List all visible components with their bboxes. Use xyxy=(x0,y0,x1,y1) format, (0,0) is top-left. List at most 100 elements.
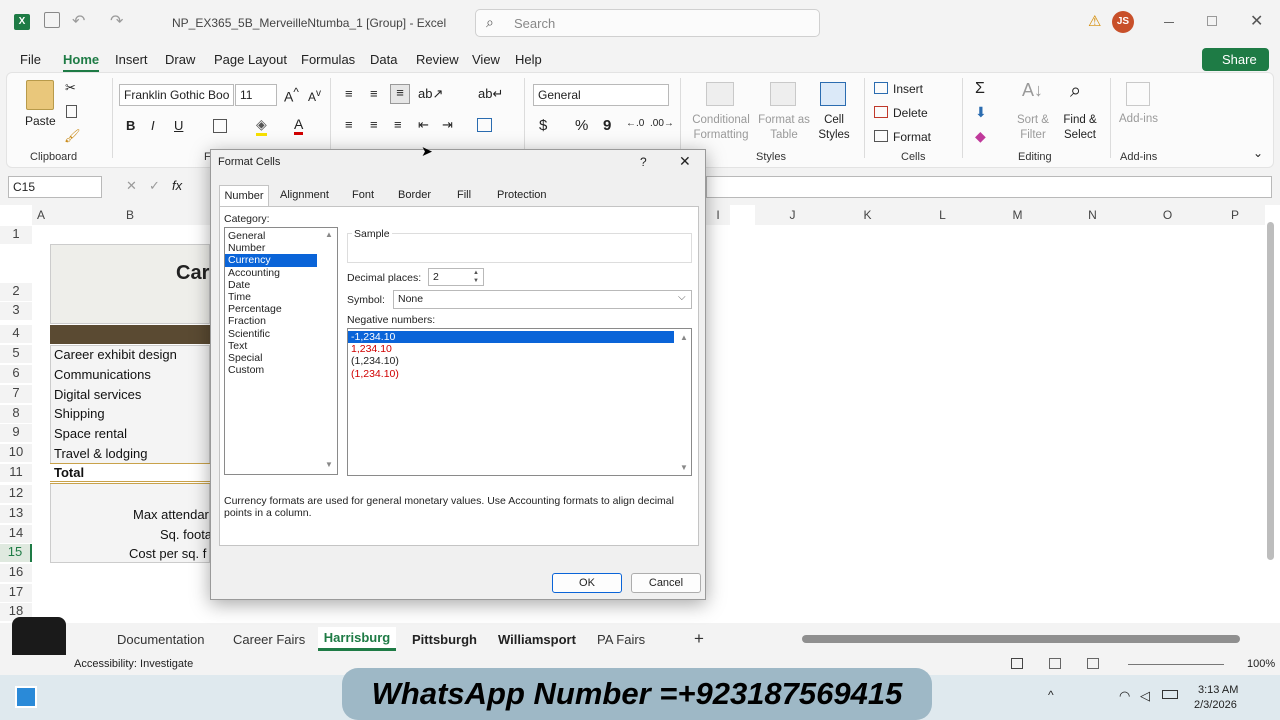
table-row[interactable]: Communications xyxy=(54,367,151,382)
table-row[interactable]: Cost per sq. f xyxy=(129,546,206,561)
tab-draw[interactable]: Draw xyxy=(165,52,195,67)
tab-data[interactable]: Data xyxy=(370,52,397,67)
tab-alignment[interactable]: Alignment xyxy=(280,189,329,201)
accessibility-status[interactable]: Accessibility: Investigate xyxy=(74,658,193,670)
minimize-icon[interactable] xyxy=(1164,22,1174,23)
warning-icon[interactable]: ⚠ xyxy=(1088,12,1101,30)
list-item[interactable]: (1,234.10) xyxy=(348,355,674,367)
format-cells-icon[interactable] xyxy=(874,130,888,142)
conditional-formatting-icon[interactable] xyxy=(706,82,734,106)
bold-icon[interactable]: B xyxy=(126,118,135,133)
row-header[interactable]: 3 xyxy=(0,302,32,320)
align-right-icon[interactable]: ≡ xyxy=(394,117,402,132)
table-row[interactable]: Digital services xyxy=(54,387,141,402)
table-row[interactable]: Shipping xyxy=(54,406,105,421)
volume-icon[interactable]: ◁ xyxy=(1140,688,1150,704)
tab-review[interactable]: Review xyxy=(416,52,459,67)
column-header[interactable]: B xyxy=(50,205,210,225)
save-icon[interactable] xyxy=(44,12,60,28)
table-row[interactable]: Sq. foota xyxy=(160,527,212,542)
align-top-icon[interactable]: ≡ xyxy=(345,86,353,101)
redo-icon[interactable]: ↷ xyxy=(110,11,123,31)
confirm-entry-icon[interactable]: ✓ xyxy=(149,178,160,194)
format-as-table-icon[interactable] xyxy=(770,82,796,106)
insert-cells-button[interactable]: Insert xyxy=(893,82,923,96)
addins-icon[interactable] xyxy=(1126,82,1150,106)
number-format-field[interactable]: General xyxy=(533,84,669,106)
list-item[interactable]: Special xyxy=(225,352,317,364)
page-break-view-icon[interactable] xyxy=(1087,658,1099,669)
conditional-formatting-label[interactable]: Conditional Formatting xyxy=(686,113,756,143)
delete-cells-icon[interactable] xyxy=(874,106,888,118)
formula-input[interactable] xyxy=(706,176,1272,198)
borders-icon[interactable] xyxy=(213,119,227,133)
column-header[interactable]: I xyxy=(706,205,730,225)
tab-home[interactable]: Home xyxy=(63,52,100,73)
collapse-ribbon-icon[interactable]: ⌄ xyxy=(1253,146,1263,160)
list-item-selected[interactable]: -1,234.10 xyxy=(348,331,674,344)
row-header[interactable]: 9 xyxy=(0,424,32,442)
list-item[interactable]: Custom xyxy=(225,364,317,376)
help-button[interactable]: ? xyxy=(640,155,647,169)
column-header[interactable]: M xyxy=(980,205,1055,225)
clock-date[interactable]: 2/3/2026 xyxy=(1194,699,1237,711)
font-name-field[interactable]: Franklin Gothic Boo xyxy=(119,84,234,106)
sheet-tab[interactable]: Williamsport xyxy=(498,632,576,647)
close-dialog-button[interactable]: ✕ xyxy=(679,153,691,170)
column-header[interactable]: J xyxy=(755,205,830,225)
format-as-table-label[interactable]: Format as Table xyxy=(757,113,811,143)
row-header[interactable]: 16 xyxy=(0,564,32,582)
tab-page-layout[interactable]: Page Layout xyxy=(214,52,287,67)
sheet-tab[interactable]: Documentation xyxy=(117,632,204,647)
page-layout-view-icon[interactable] xyxy=(1049,658,1061,669)
font-size-field[interactable]: 11 xyxy=(235,84,277,106)
list-item[interactable]: Fraction xyxy=(225,315,317,327)
increase-indent-icon[interactable]: ⇥ xyxy=(442,117,453,133)
addins-button[interactable]: Add-ins xyxy=(1119,113,1158,125)
align-bottom-icon[interactable]: ≡ xyxy=(390,84,410,104)
insert-cells-icon[interactable] xyxy=(874,82,888,94)
merge-center-icon[interactable] xyxy=(477,118,492,132)
tab-font[interactable]: Font xyxy=(352,189,374,201)
tab-protection[interactable]: Protection xyxy=(497,189,547,201)
list-item[interactable]: General xyxy=(225,230,317,242)
tab-insert[interactable]: Insert xyxy=(115,52,148,67)
list-item[interactable]: Number xyxy=(225,242,317,254)
italic-icon[interactable]: I xyxy=(151,118,155,133)
sheet-tab[interactable]: PA Fairs xyxy=(597,632,645,647)
find-select-icon[interactable]: ⌕ xyxy=(1070,80,1081,103)
column-header[interactable]: O xyxy=(1130,205,1205,225)
chevron-down-icon[interactable]: ⌵ xyxy=(678,292,686,303)
share-button[interactable]: Share xyxy=(1202,48,1269,71)
tab-help[interactable]: Help xyxy=(515,52,542,67)
insert-function-icon[interactable]: fx xyxy=(172,178,182,193)
shrink-font-icon[interactable]: Av xyxy=(308,88,321,104)
align-left-icon[interactable]: ≡ xyxy=(345,117,353,132)
list-item[interactable]: Time xyxy=(225,291,317,303)
cancel-button[interactable]: Cancel xyxy=(631,573,701,593)
windows-start-icon[interactable] xyxy=(15,686,37,708)
row-header[interactable]: 14 xyxy=(0,525,32,543)
zoom-slider[interactable] xyxy=(1128,664,1224,665)
list-item[interactable]: 1,234.10 xyxy=(348,343,674,355)
sheet-tab[interactable]: Career Fairs xyxy=(233,632,305,647)
row-header[interactable]: 15 xyxy=(0,544,32,562)
ok-button[interactable]: OK xyxy=(552,573,622,593)
row-header[interactable]: 17 xyxy=(0,584,32,602)
name-box[interactable]: C15 xyxy=(8,176,102,198)
column-header[interactable]: N xyxy=(1055,205,1130,225)
percent-icon[interactable]: % xyxy=(575,117,588,134)
row-header[interactable]: 10 xyxy=(0,444,32,462)
find-select-label[interactable]: Find & Select xyxy=(1058,113,1102,143)
list-item[interactable]: Text xyxy=(225,340,317,352)
sort-filter-icon[interactable]: A↓ xyxy=(1022,80,1043,101)
battery-icon[interactable] xyxy=(1162,690,1178,699)
wrap-text-icon[interactable]: ab↵ xyxy=(478,86,503,102)
list-item[interactable]: Accounting xyxy=(225,267,317,279)
row-header[interactable]: 12 xyxy=(0,485,32,503)
clock-time[interactable]: 3:13 AM xyxy=(1198,684,1238,696)
row-header[interactable]: 5 xyxy=(0,345,32,363)
cell-styles-icon[interactable] xyxy=(820,82,846,106)
tab-border[interactable]: Border xyxy=(398,189,431,201)
close-icon[interactable]: ✕ xyxy=(1250,11,1263,31)
